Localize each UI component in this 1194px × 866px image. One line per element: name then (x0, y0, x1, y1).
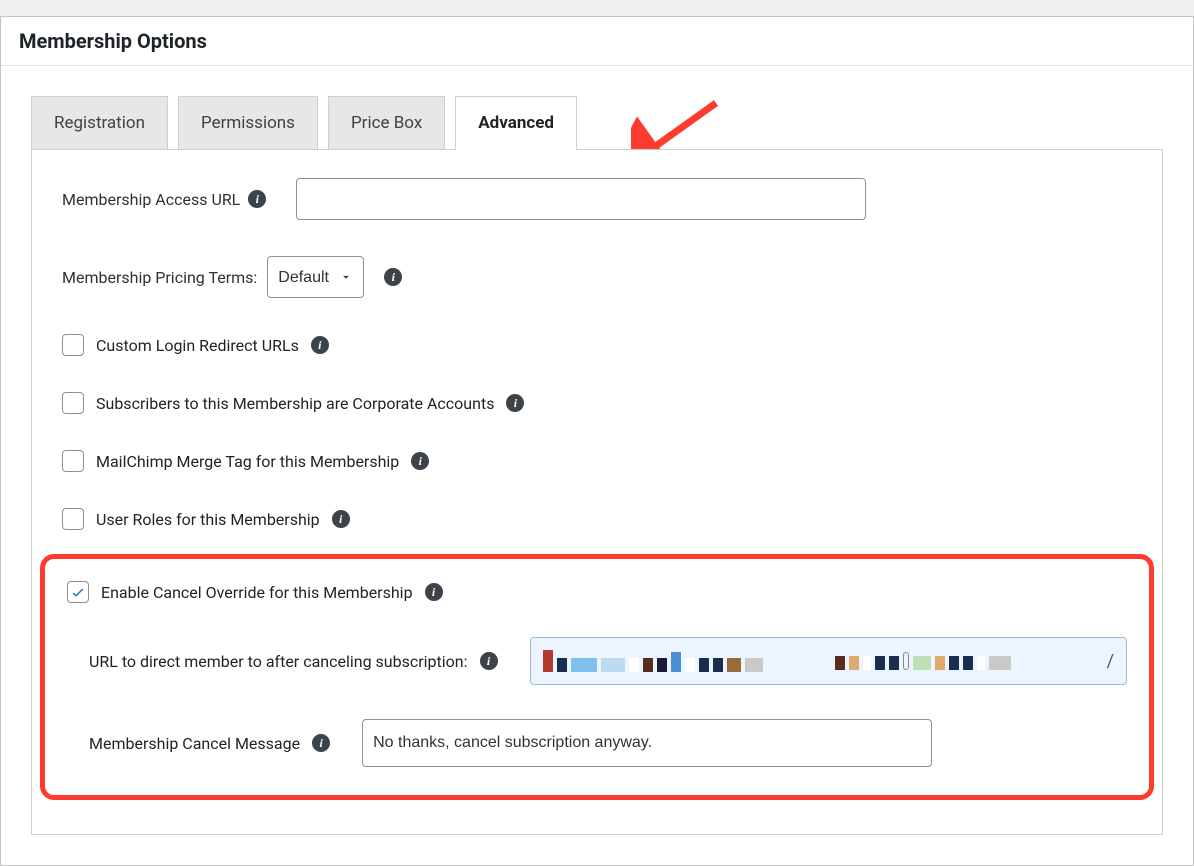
corporate-accounts-label: Subscribers to this Membership are Corpo… (96, 394, 494, 413)
mailchimp-merge-label: MailChimp Merge Tag for this Membership (96, 452, 399, 471)
info-icon[interactable]: i (384, 268, 402, 286)
pricing-terms-select[interactable]: Default (267, 256, 364, 298)
cancel-override-highlight: Enable Cancel Override for this Membersh… (40, 554, 1154, 800)
access-url-input[interactable] (296, 178, 866, 220)
url-trailing-slash: / (1107, 651, 1114, 672)
tab-content-advanced: Membership Access URL i Membership Prici… (31, 149, 1163, 835)
enable-cancel-override-label: Enable Cancel Override for this Membersh… (101, 583, 413, 602)
panel-header: Membership Options (1, 17, 1193, 66)
cancel-message-label: Membership Cancel Message (89, 734, 300, 753)
user-roles-checkbox[interactable] (62, 508, 84, 530)
corporate-accounts-checkbox[interactable] (62, 392, 84, 414)
panel-title: Membership Options (19, 29, 207, 53)
tab-bar: Registration Permissions Price Box Advan… (31, 96, 1163, 150)
tab-advanced[interactable]: Advanced (455, 96, 577, 150)
tab-registration[interactable]: Registration (31, 96, 168, 150)
url-placeholder-graphic (543, 650, 763, 672)
custom-login-redirect-label: Custom Login Redirect URLs (96, 336, 299, 355)
tab-price-box[interactable]: Price Box (328, 96, 445, 150)
info-icon[interactable]: i (480, 652, 498, 670)
enable-cancel-override-checkbox[interactable] (67, 581, 89, 603)
membership-options-panel: Membership Options Registration Permissi… (0, 16, 1194, 866)
custom-login-redirect-checkbox[interactable] (62, 334, 84, 356)
info-icon[interactable]: i (311, 336, 329, 354)
user-roles-label: User Roles for this Membership (96, 510, 320, 529)
pricing-terms-label: Membership Pricing Terms: (62, 268, 257, 287)
info-icon[interactable]: i (425, 583, 443, 601)
url-placeholder-graphic (835, 652, 1011, 670)
info-icon[interactable]: i (506, 394, 524, 412)
cancel-url-input[interactable]: / (530, 637, 1128, 685)
info-icon[interactable]: i (332, 510, 350, 528)
info-icon[interactable]: i (248, 190, 266, 208)
info-icon[interactable]: i (411, 452, 429, 470)
info-icon[interactable]: i (312, 734, 330, 752)
mailchimp-merge-checkbox[interactable] (62, 450, 84, 472)
cancel-message-input[interactable] (362, 719, 932, 767)
tab-permissions[interactable]: Permissions (178, 96, 318, 150)
cancel-url-label: URL to direct member to after canceling … (89, 652, 468, 671)
access-url-label: Membership Access URL (62, 190, 240, 209)
